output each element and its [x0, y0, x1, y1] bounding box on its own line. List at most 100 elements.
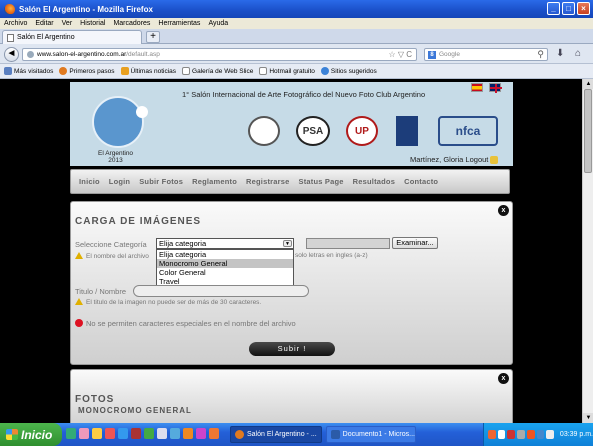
url-bar[interactable]: www.salon-el-argentino.com.ar /default.a… — [22, 48, 417, 61]
task-word[interactable]: Documento1 - Micros... — [326, 426, 416, 443]
maximize-button[interactable]: □ — [562, 2, 575, 15]
quicklaunch-icon[interactable] — [79, 428, 89, 439]
download-icon[interactable]: ⬇ — [556, 48, 564, 59]
nav-inicio[interactable]: Inicio — [79, 177, 100, 186]
chevron-down-icon[interactable]: ▼ — [283, 240, 292, 247]
quicklaunch-icon[interactable] — [170, 428, 180, 439]
menu-ayuda[interactable]: Ayuda — [208, 20, 228, 27]
tray-icon[interactable] — [488, 430, 496, 439]
tray-icon[interactable] — [517, 430, 525, 439]
browser-tab[interactable]: Salón El Argentino — [2, 30, 142, 44]
quicklaunch-icon[interactable] — [131, 428, 141, 439]
home-icon[interactable]: ⌂ — [575, 48, 581, 59]
close-button[interactable]: × — [577, 2, 590, 15]
nav-registrarse[interactable]: Registrarse — [246, 177, 289, 186]
category-select[interactable]: Elija categoria ▼ — [156, 238, 294, 249]
file-input[interactable] — [306, 238, 390, 249]
english-flag-icon[interactable] — [489, 83, 502, 93]
quicklaunch-icon[interactable] — [196, 428, 206, 439]
filename-warning-end: solo letras en ingles (a-z) — [295, 252, 368, 259]
user-logout-label: Martínez, Gloria Logout — [410, 155, 489, 164]
photos-subheading: MONOCROMO GENERAL — [78, 406, 192, 415]
tray-icon[interactable] — [546, 430, 554, 439]
navigation-bar: ◄ www.salon-el-argentino.com.ar /default… — [0, 44, 593, 64]
error-message: No se permiten caracteres especiales en … — [75, 319, 296, 328]
task-firefox[interactable]: Salón El Argentino - ... — [230, 426, 322, 443]
category-dropdown[interactable]: Elija categoria Monocromo General Color … — [156, 249, 294, 287]
quicklaunch-icon[interactable] — [183, 428, 193, 439]
bookmark-sitios-sugeridos[interactable]: Sitios sugeridos — [320, 67, 377, 75]
category-option[interactable]: Elija categoria — [157, 250, 293, 259]
user-logout[interactable]: Martínez, Gloria Logout — [410, 155, 499, 165]
warning-icon — [75, 298, 83, 305]
nav-reglamento[interactable]: Reglamento — [192, 177, 237, 186]
scroll-up-icon[interactable]: ▲ — [583, 79, 593, 89]
tray-icon[interactable] — [497, 430, 506, 439]
close-panel-button[interactable]: x — [498, 205, 509, 216]
page-scrollbar[interactable]: ▲ ▼ — [582, 79, 593, 423]
menu-marcadores[interactable]: Marcadores — [113, 20, 150, 27]
search-engine-icon[interactable]: 8 — [428, 50, 436, 59]
tray-icon[interactable] — [507, 430, 516, 439]
bookmarks-bar: Más visitados Primeros pasos Últimas not… — [0, 64, 593, 79]
nav-status-page[interactable]: Status Page — [299, 177, 344, 186]
nav-login[interactable]: Login — [109, 177, 130, 186]
bookmark-hotmail[interactable]: Hotmail gratuito — [259, 67, 315, 75]
upload-panel: x CARGA DE IMÁGENES Seleccione Categoría… — [70, 201, 513, 365]
quicklaunch-icon[interactable] — [144, 428, 154, 439]
tray-icon[interactable] — [536, 430, 545, 439]
nav-resultados[interactable]: Resultados — [353, 177, 395, 186]
window-titlebar[interactable]: Salón El Argentino - Mozilla Firefox _ □… — [0, 0, 593, 18]
menu-editar[interactable]: Editar — [35, 20, 53, 27]
tray-icon[interactable] — [526, 430, 535, 439]
bookmark-galeria-web-slice[interactable]: Galería de Web Slice — [182, 67, 253, 75]
site-header: 1° Salón Internacional de Arte Fotográfi… — [70, 82, 513, 166]
category-option-selected[interactable]: Monocromo General — [157, 259, 293, 268]
clock: 03:39 p.m. — [559, 431, 593, 438]
quicklaunch-icon[interactable] — [66, 428, 76, 439]
quicklaunch-icon[interactable] — [118, 428, 128, 439]
task-label: Salón El Argentino - ... — [247, 431, 317, 438]
title-label: Titulo / Nombre — [75, 287, 126, 296]
submit-button[interactable]: Subir ! — [249, 342, 335, 356]
logo-dot — [136, 106, 148, 118]
logout-icon[interactable] — [490, 156, 499, 165]
menu-herramientas[interactable]: Herramientas — [158, 20, 200, 27]
bookmark-mas-visitados[interactable]: Más visitados — [4, 67, 53, 75]
category-label: Seleccione Categoría — [75, 240, 147, 249]
tab-strip: Salón El Argentino + — [0, 29, 593, 44]
start-button[interactable]: Inicio — [0, 423, 62, 446]
quicklaunch-icon[interactable] — [209, 428, 219, 439]
back-button[interactable]: ◄ — [4, 47, 19, 62]
menu-archivo[interactable]: Archivo — [4, 20, 27, 27]
category-select-value: Elija categoria — [159, 239, 207, 248]
site-identity-icon[interactable] — [27, 51, 34, 58]
category-option[interactable]: Color General — [157, 268, 293, 277]
search-icon[interactable]: ⚲ — [537, 49, 544, 60]
scroll-thumb[interactable] — [584, 89, 592, 173]
bookmark-icon — [4, 67, 12, 75]
quicklaunch-icon[interactable] — [92, 428, 102, 439]
title-input[interactable] — [133, 285, 309, 297]
rss-icon — [120, 67, 129, 75]
browse-button[interactable]: Examinar... — [392, 237, 438, 249]
search-box[interactable]: 8 Google ⚲ — [424, 48, 548, 61]
menu-ver[interactable]: Ver — [62, 20, 73, 27]
page-icon — [7, 33, 14, 42]
nav-contacto[interactable]: Contacto — [404, 177, 438, 186]
new-tab-button[interactable]: + — [146, 31, 160, 43]
url-actions-icon[interactable]: ☆ ▽ C — [388, 50, 412, 59]
url-host: www.salon-el-argentino.com.ar — [37, 51, 127, 58]
bookmark-primeros-pasos[interactable]: Primeros pasos — [59, 67, 115, 75]
spanish-flag-icon[interactable] — [471, 83, 483, 92]
menu-historial[interactable]: Historial — [80, 20, 105, 27]
quicklaunch-icon[interactable] — [157, 428, 167, 439]
nav-subir-fotos[interactable]: Subir Fotos — [139, 177, 183, 186]
bookmark-ultimas-noticias[interactable]: Últimas noticias — [120, 67, 176, 75]
quicklaunch-icon[interactable] — [105, 428, 115, 439]
task-label: Documento1 - Micros... — [342, 431, 415, 438]
page-icon — [182, 67, 191, 75]
minimize-button[interactable]: _ — [547, 2, 560, 15]
scroll-down-icon[interactable]: ▼ — [583, 413, 593, 423]
close-panel-button[interactable]: x — [498, 373, 509, 384]
